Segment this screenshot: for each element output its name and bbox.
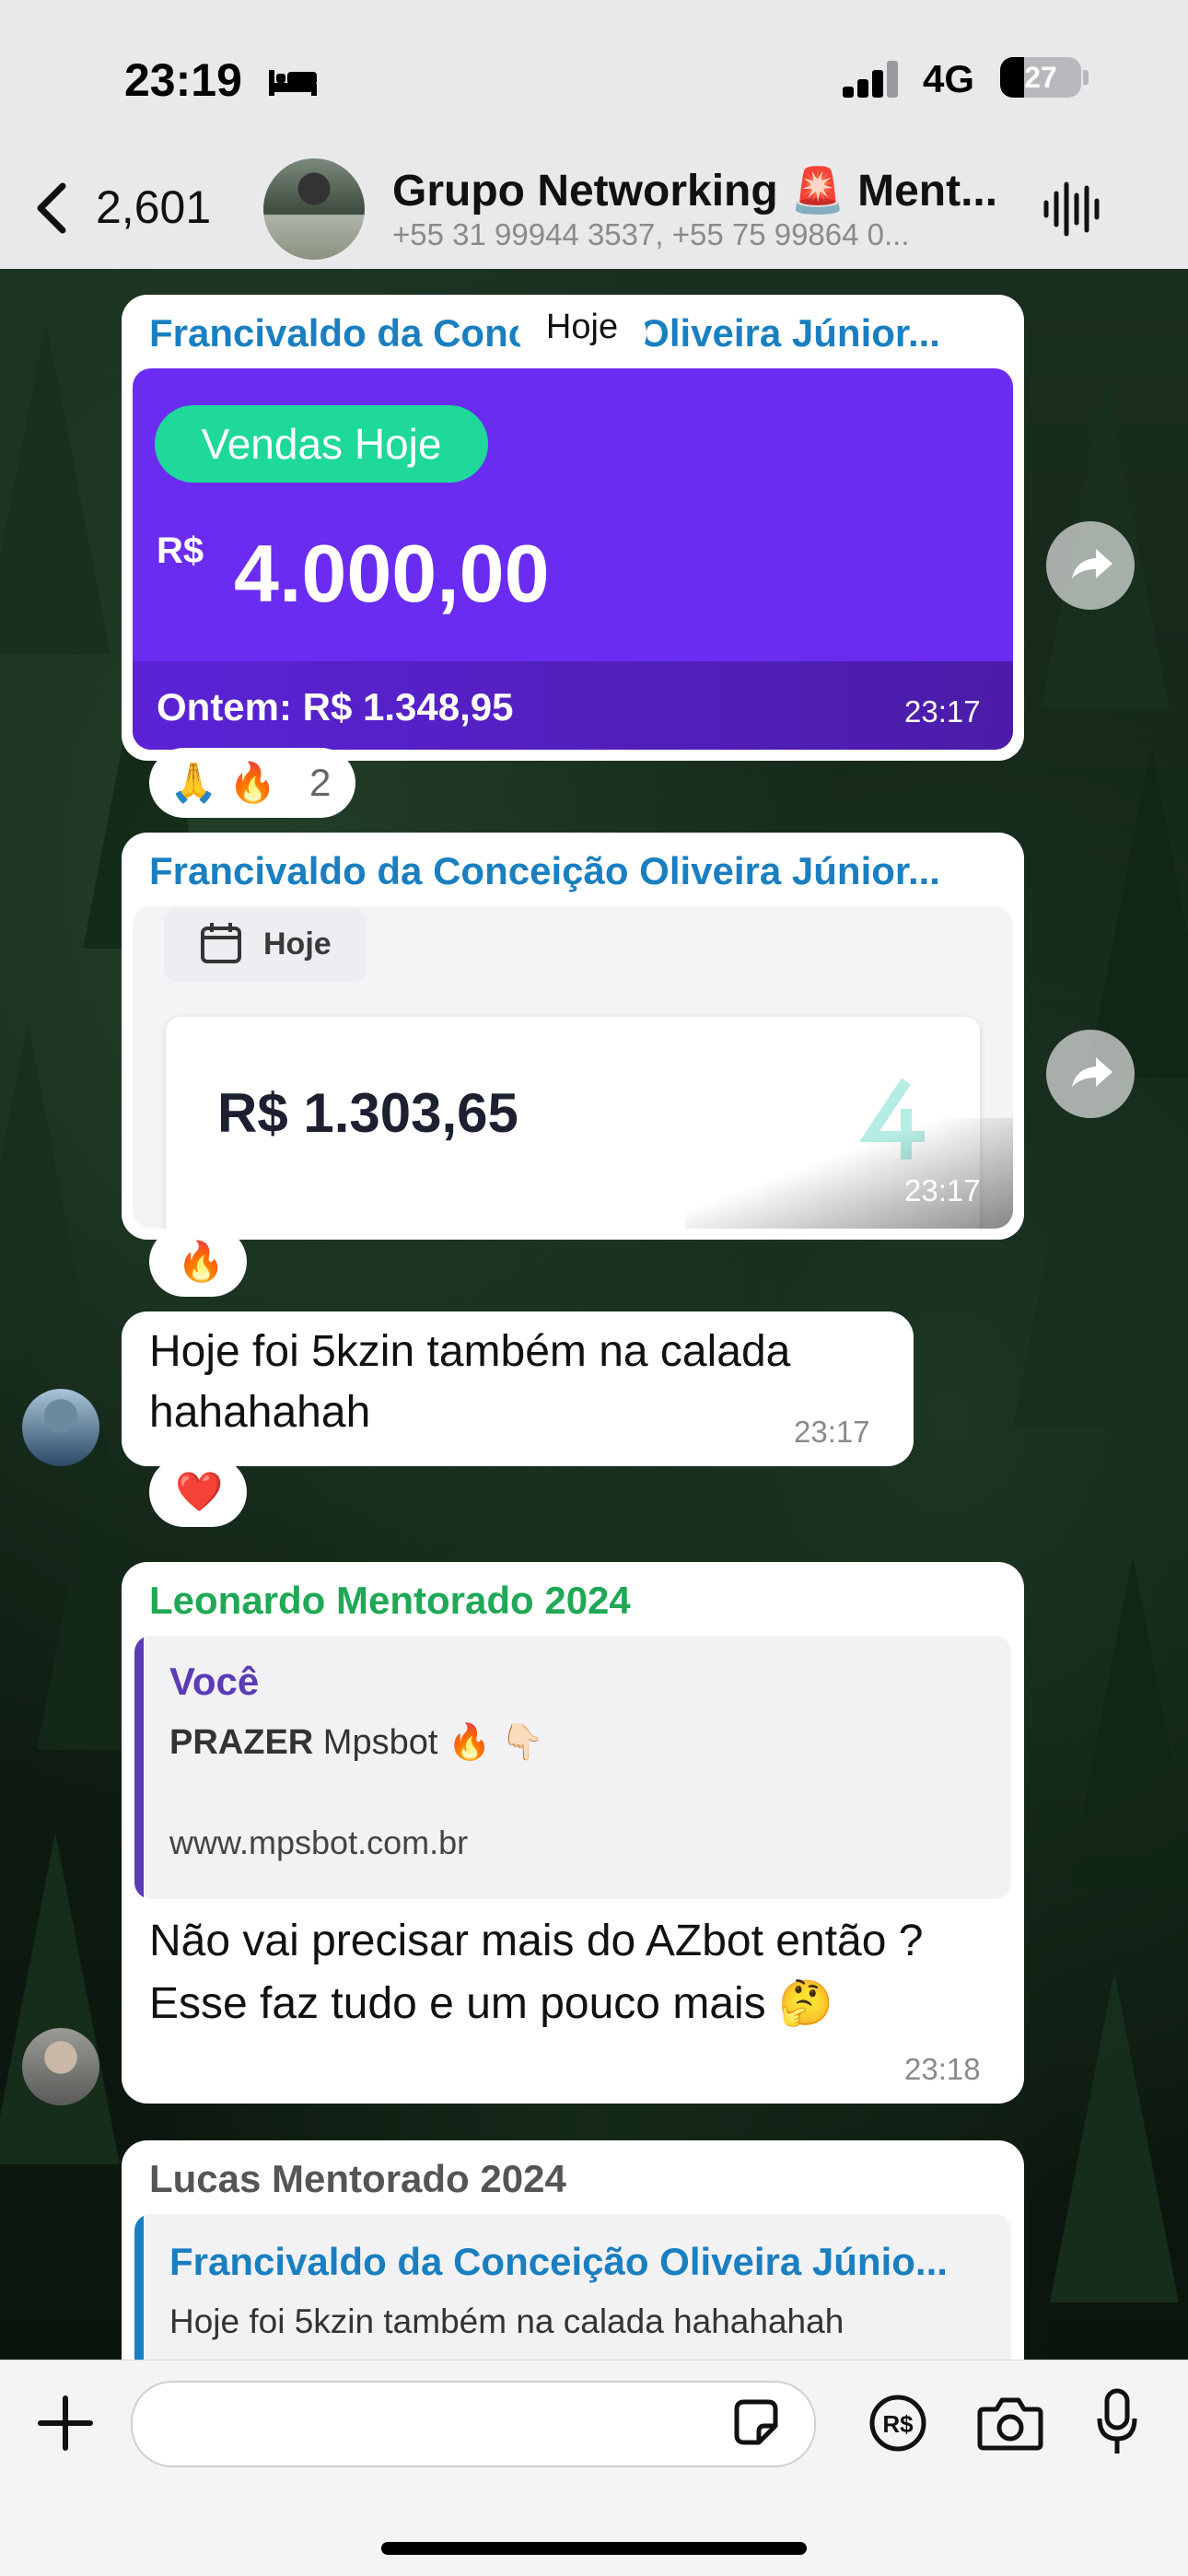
camera-icon[interactable] xyxy=(976,2393,1044,2454)
battery-icon: 27 xyxy=(1000,57,1081,98)
calendar-icon xyxy=(201,923,241,963)
forward-button[interactable] xyxy=(1046,521,1135,610)
message-bubble[interactable]: Hoje foi 5kzin também na calada hahahaha… xyxy=(122,1311,914,1466)
currency-label: R$ xyxy=(157,530,204,571)
message-input[interactable] xyxy=(131,2381,816,2467)
forward-arrow-icon xyxy=(1072,549,1112,578)
date-chip: Hoje xyxy=(545,308,619,346)
quote-author: Você xyxy=(169,1660,260,1703)
quoted-message[interactable]: Você PRAZER Mpsbot 🔥 👇🏻 www.mpsbot.com.b… xyxy=(134,1636,1011,1899)
sender-name[interactable]: Francivaldo da Conceição Oliveira Júnior… xyxy=(149,849,996,893)
yesterday-total: Ontem: R$ 1.348,95 xyxy=(157,685,514,729)
audio-waveform-icon[interactable] xyxy=(1041,177,1105,241)
reaction-emojis: ❤️ xyxy=(175,1470,224,1513)
sales-amount: 4.000,00 xyxy=(234,528,550,619)
group-avatar[interactable] xyxy=(263,158,365,260)
reaction-bar[interactable]: 🙏 🔥 2 xyxy=(149,748,355,818)
quote-author: Francivaldo da Conceição Oliveira Júnio.… xyxy=(169,2240,948,2283)
message-bubble[interactable]: Leonardo Mentorado 2024 Você PRAZER Mpsb… xyxy=(122,1562,1024,2104)
bed-icon xyxy=(269,70,317,96)
svg-text:R$: R$ xyxy=(882,2410,914,2438)
chat-title[interactable]: Grupo Networking 🚨 Ment... xyxy=(392,164,1019,216)
reaction-bar[interactable]: ❤️ xyxy=(149,1457,247,1527)
balance-amount: R$ 1.303,65 xyxy=(217,1082,518,1144)
plus-icon[interactable] xyxy=(37,2395,94,2452)
message-text: hahahahah xyxy=(149,1388,371,1437)
sender-avatar[interactable] xyxy=(22,1389,99,1466)
message-bubble[interactable]: Francivaldo da Conceição Oliveira Júnior… xyxy=(122,295,1024,761)
message-text: Esse faz tudo e um pouco mais 🤔 xyxy=(149,1979,833,2028)
network-type: 4G xyxy=(923,57,975,100)
battery-level: 27 xyxy=(1024,61,1057,94)
sales-image[interactable]: Vendas Hoje R$ 4.000,00 Ontem: R$ 1.348,… xyxy=(133,368,1013,750)
reaction-emojis: 🔥 xyxy=(177,1240,226,1283)
forward-button[interactable] xyxy=(1046,1030,1135,1118)
sales-badge: Vendas Hoje xyxy=(201,420,442,468)
sender-name[interactable]: Leonardo Mentorado 2024 xyxy=(149,1579,996,1623)
forward-arrow-icon xyxy=(1072,1057,1112,1087)
message-time: 23:18 xyxy=(904,2052,981,2086)
home-indicator xyxy=(381,2542,807,2555)
back-chevron-icon[interactable] xyxy=(31,181,72,236)
reaction-count: 2 xyxy=(309,761,332,804)
sender-avatar[interactable] xyxy=(22,2028,99,2105)
payment-icon[interactable]: R$ xyxy=(868,2393,928,2454)
message-time: 23:17 xyxy=(904,1173,981,1207)
message-text: Não vai precisar mais do AZbot então ? xyxy=(149,1917,924,1965)
chat-subtitle[interactable]: +55 31 99944 3537, +55 75 99864 0... xyxy=(392,217,1006,252)
quote-text: Hoje foi 5kzin também na calada hahahaha… xyxy=(169,2302,844,2340)
message-bubble[interactable]: Francivaldo da Conceição Oliveira Júnior… xyxy=(122,833,1024,1240)
sender-name[interactable]: Lucas Mentorado 2024 xyxy=(149,2157,996,2201)
message-time: 23:17 xyxy=(904,694,981,729)
balance-image[interactable]: Hoje R$ 1.303,65 23:17 xyxy=(133,906,1013,1229)
status-time: 23:19 xyxy=(124,54,242,106)
reaction-emojis: 🙏 🔥 xyxy=(169,761,277,804)
message-text: Hoje foi 5kzin também na calada xyxy=(149,1327,791,1376)
quote-link: www.mpsbot.com.br xyxy=(169,1824,469,1861)
microphone-icon[interactable] xyxy=(1094,2387,1140,2457)
reaction-bar[interactable]: 🔥 xyxy=(149,1227,247,1297)
back-button-count[interactable]: 2,601 xyxy=(96,181,211,234)
message-time: 23:17 xyxy=(794,1415,870,1449)
sticker-icon[interactable] xyxy=(728,2395,785,2452)
cellular-signal-icon xyxy=(843,59,898,98)
quote-title-bold: PRAZER xyxy=(169,1723,314,1762)
quote-title: Mpsbot 🔥 👇🏻 xyxy=(313,1723,545,1762)
period-tab: Hoje xyxy=(263,927,332,962)
